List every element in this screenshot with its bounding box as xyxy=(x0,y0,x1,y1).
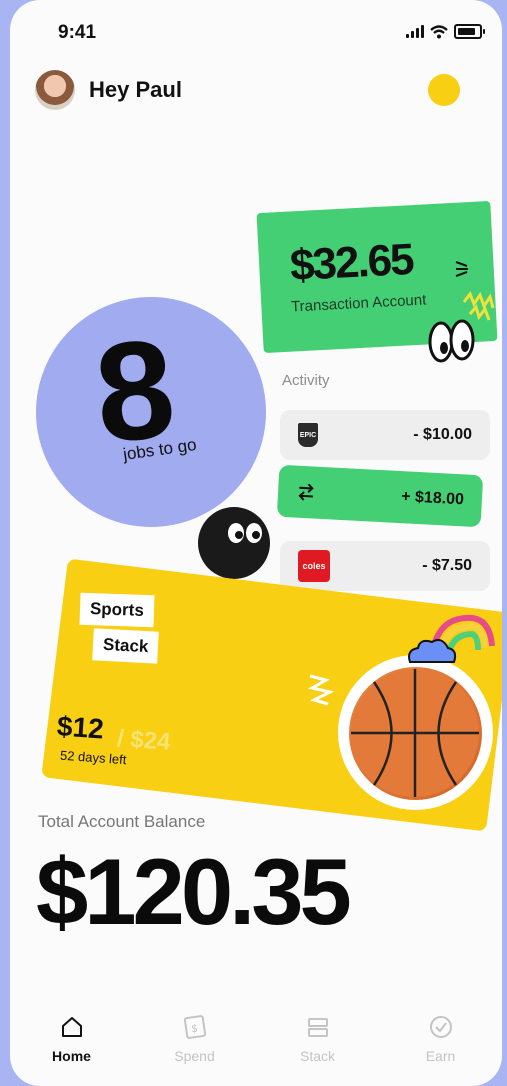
svg-text:$: $ xyxy=(191,1022,198,1035)
total-balance-amount: $120.35 xyxy=(36,839,352,944)
status-icons xyxy=(406,24,485,39)
activity-row[interactable]: + $18.00 xyxy=(276,464,484,528)
nav-label: Home xyxy=(52,1048,91,1064)
transaction-account-amount: $32.65 xyxy=(288,234,414,291)
home-icon xyxy=(61,1017,82,1037)
status-time: 9:41 xyxy=(58,22,97,43)
stack-icon xyxy=(307,1018,328,1037)
nav-earn[interactable]: Earn xyxy=(391,1004,491,1086)
epic-games-icon: EPIC xyxy=(298,423,318,447)
dollar-note-icon: $ xyxy=(183,1015,206,1039)
nav-label: Stack xyxy=(299,1048,335,1064)
wifi-icon xyxy=(430,24,448,38)
signal-icon xyxy=(406,25,424,38)
nav-label: Earn xyxy=(425,1048,456,1064)
activity-amount: - $10.00 xyxy=(413,426,472,443)
fuzzy-character-icon xyxy=(198,507,270,579)
activity-amount: - $7.50 xyxy=(422,557,472,574)
avatar[interactable] xyxy=(35,70,75,110)
nav-stack[interactable]: Stack xyxy=(268,1004,368,1086)
stack-saved-amount: $12 xyxy=(56,710,105,745)
notification-dot[interactable] xyxy=(428,74,460,106)
activity-row[interactable]: EPIC - $10.00 xyxy=(280,410,490,460)
basketball-icon xyxy=(349,667,482,800)
total-balance-label: Total Account Balance xyxy=(38,812,206,831)
bottom-nav: Home $ Spend Stack Earn xyxy=(10,1004,502,1086)
stack-tag-sports: Sports xyxy=(79,592,155,628)
googly-eyes-icon xyxy=(428,319,475,363)
nav-home[interactable]: Home xyxy=(22,1004,122,1086)
phone-screen: 9:41 Hey Paul $32.65 Transaction Account… xyxy=(10,0,502,1086)
activity-title: Activity xyxy=(282,372,330,389)
nav-spend[interactable]: $ Spend xyxy=(145,1004,245,1086)
battery-icon xyxy=(454,24,485,39)
rainbow-cloud-icon xyxy=(408,614,495,663)
motion-lines-icon xyxy=(307,674,335,706)
transfer-icon xyxy=(298,483,314,501)
check-circle-icon xyxy=(429,1016,452,1038)
nav-label: Spend xyxy=(174,1048,215,1064)
greeting: Hey Paul xyxy=(89,77,182,102)
sparkle-icon xyxy=(455,261,468,277)
stack-tag-stack: Stack xyxy=(92,628,160,664)
activity-amount: + $18.00 xyxy=(400,488,465,509)
activity-row[interactable]: coles - $7.50 xyxy=(280,541,490,591)
coles-logo-icon: coles xyxy=(298,550,330,582)
